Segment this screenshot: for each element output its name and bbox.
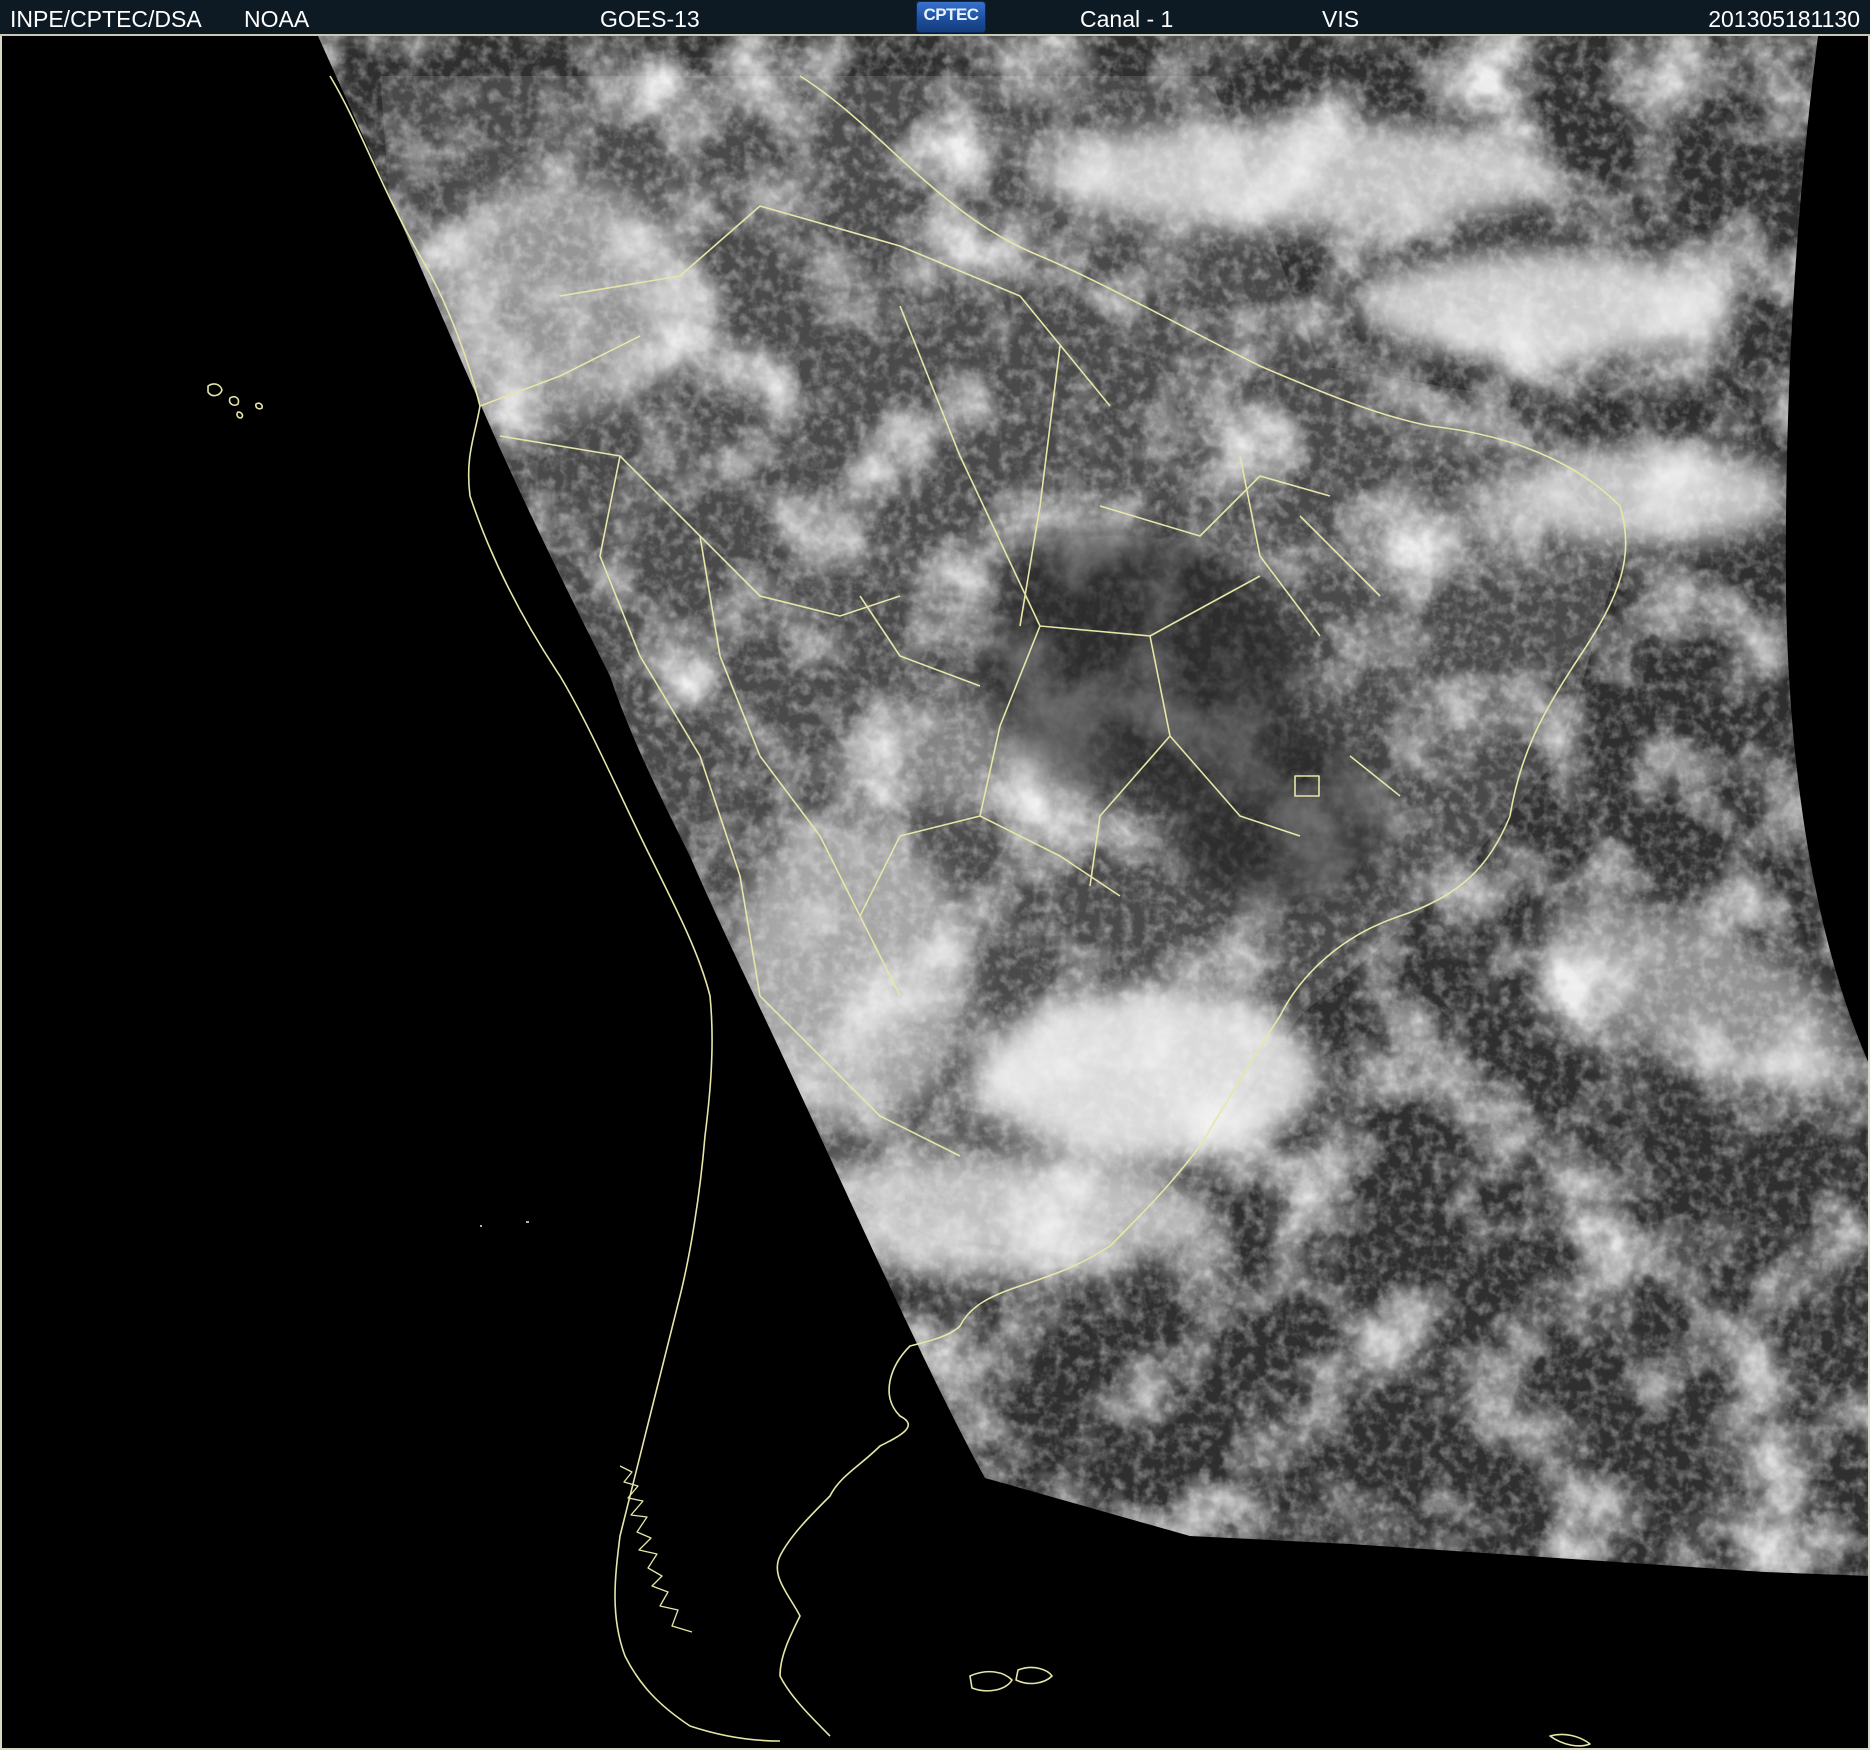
image-border	[0, 36, 1870, 1750]
timestamp-label: 201305181130	[1708, 6, 1860, 32]
band-label: VIS	[1322, 6, 1360, 32]
satellite-image-viewer: INPE/CPTEC/DSA NOAA GOES-13 CPTEC Canal …	[0, 0, 1870, 1750]
channel-label: Canal - 1	[1080, 6, 1174, 32]
cptec-logo: CPTEC	[916, 1, 986, 33]
satellite-label: GOES-13	[600, 6, 700, 32]
image-header-bar: INPE/CPTEC/DSA NOAA GOES-13 CPTEC Canal …	[0, 0, 1870, 36]
agency-label: NOAA	[244, 6, 310, 32]
cptec-logo-text: CPTEC	[923, 5, 979, 24]
organization-label: INPE/CPTEC/DSA	[10, 6, 202, 32]
